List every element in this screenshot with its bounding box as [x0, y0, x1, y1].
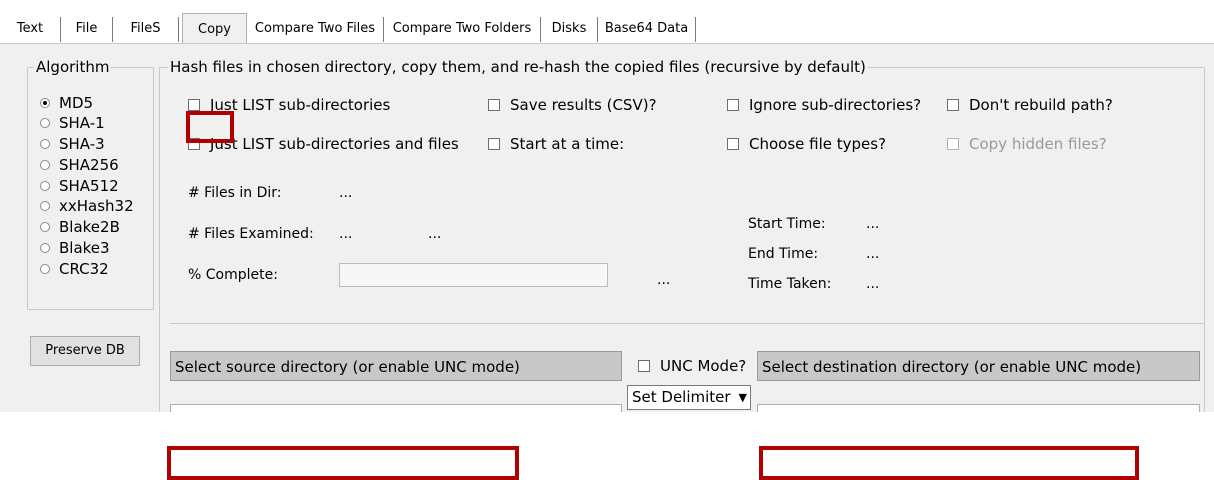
destination-directory-field[interactable]: Select destination directory (or enable … [757, 351, 1200, 381]
radio-button[interactable] [40, 264, 50, 274]
source-directory-field[interactable]: Select source directory (or enable UNC m… [170, 351, 622, 381]
tab-bar: Text File FileS Copy Compare Two Files C… [0, 0, 1214, 44]
tab-text[interactable]: Text [0, 17, 61, 42]
checkbox[interactable] [727, 138, 739, 150]
tab-file[interactable]: File [61, 17, 113, 42]
start-at-time-checkbox[interactable]: Start at a time: [488, 133, 624, 155]
checkbox[interactable] [638, 360, 650, 372]
percent-complete-value: ... [657, 272, 671, 288]
tab-copy[interactable]: Copy [182, 13, 247, 44]
radio-button[interactable] [40, 201, 50, 211]
highlight-box [759, 446, 1139, 480]
files-examined-label: # Files Examined: [188, 226, 314, 242]
app-window: Text File FileS Copy Compare Two Files C… [0, 0, 1214, 412]
files-in-dir-label: # Files in Dir: [188, 185, 282, 201]
time-taken-value: ... [866, 276, 880, 292]
time-taken-label: Time Taken: [748, 276, 832, 292]
radio-xxhash32[interactable]: xxHash32 [40, 196, 134, 216]
tab-base64-data[interactable]: Base64 Data [598, 17, 696, 42]
radio-md5[interactable]: MD5 [40, 93, 93, 113]
tab-compare-two-files[interactable]: Compare Two Files [247, 17, 384, 42]
radio-button[interactable] [40, 181, 50, 191]
tab-files[interactable]: FileS [113, 17, 179, 42]
radio-blake2b[interactable]: Blake2B [40, 217, 120, 237]
choose-file-types-checkbox[interactable]: Choose file types? [727, 133, 886, 155]
radio-sha1[interactable]: SHA-1 [40, 113, 105, 133]
save-results-checkbox[interactable]: Save results (CSV)? [488, 94, 657, 116]
copy-hidden-files-checkbox: Copy hidden files? [947, 133, 1107, 155]
radio-sha3[interactable]: SHA-3 [40, 134, 105, 154]
radio-sha256[interactable]: SHA256 [40, 155, 119, 175]
dont-rebuild-path-checkbox[interactable]: Don't rebuild path? [947, 94, 1113, 116]
radio-button[interactable] [40, 160, 50, 170]
algorithm-title: Algorithm [34, 58, 112, 76]
unc-mode-checkbox[interactable]: UNC Mode? [638, 355, 746, 377]
tab-disks[interactable]: Disks [541, 17, 598, 42]
checkbox[interactable] [727, 99, 739, 111]
checkbox[interactable] [488, 99, 500, 111]
destination-list-field[interactable] [757, 404, 1200, 412]
progress-bar [339, 263, 608, 287]
radio-crc32[interactable]: CRC32 [40, 259, 109, 279]
highlight-box [167, 446, 519, 480]
files-in-dir-value: ... [339, 185, 353, 201]
checkbox[interactable] [947, 99, 959, 111]
radio-button[interactable] [40, 139, 50, 149]
radio-button[interactable] [40, 222, 50, 232]
start-time-label: Start Time: [748, 216, 826, 232]
ignore-subdirs-checkbox[interactable]: Ignore sub-directories? [727, 94, 921, 116]
copy-group-title: Hash files in chosen directory, copy the… [168, 58, 868, 76]
highlight-box [186, 111, 234, 143]
checkbox[interactable] [188, 99, 200, 111]
start-time-value: ... [866, 216, 880, 232]
tab-divider [0, 43, 1214, 44]
radio-button[interactable] [40, 118, 50, 128]
end-time-value: ... [866, 246, 880, 262]
files-examined-value: ... [339, 226, 353, 242]
source-list-field[interactable] [170, 404, 622, 412]
chevron-down-icon: ▼ [738, 391, 747, 404]
radio-button[interactable] [40, 243, 50, 253]
end-time-label: End Time: [748, 246, 819, 262]
radio-button[interactable] [40, 98, 50, 108]
algorithm-group: Algorithm MD5 SHA-1 SHA-3 SHA256 SHA512 … [27, 58, 154, 310]
preserve-db-button[interactable]: Preserve DB [30, 336, 140, 366]
files-examined-total: ... [428, 226, 442, 242]
radio-blake3[interactable]: Blake3 [40, 238, 110, 258]
percent-complete-label: % Complete: [188, 267, 278, 283]
checkbox [947, 138, 959, 150]
set-delimiter-dropdown[interactable]: Set Delimiter ▼ [627, 385, 751, 410]
section-divider [170, 323, 1205, 324]
tab-compare-two-folders[interactable]: Compare Two Folders [384, 17, 541, 42]
checkbox[interactable] [488, 138, 500, 150]
radio-sha512[interactable]: SHA512 [40, 176, 119, 196]
